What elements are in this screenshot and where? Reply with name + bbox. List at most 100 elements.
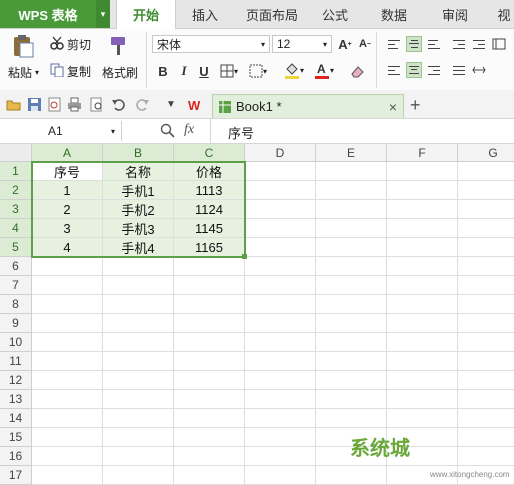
new-tab-button[interactable]: + (410, 95, 421, 116)
row-header-8[interactable]: 8 (0, 295, 32, 314)
cell-f14[interactable] (387, 409, 458, 428)
cell-c7[interactable] (174, 276, 245, 295)
cell-a9[interactable] (32, 314, 103, 333)
format-painter-icon[interactable] (106, 34, 130, 58)
cell-g7[interactable] (458, 276, 514, 295)
cell-g8[interactable] (458, 295, 514, 314)
save-icon[interactable] (27, 97, 42, 112)
cell-c10[interactable] (174, 333, 245, 352)
cell-c17[interactable] (174, 466, 245, 485)
cell-a4[interactable]: 3 (32, 219, 103, 238)
align-right-button[interactable] (426, 62, 442, 78)
row-header-11[interactable]: 11 (0, 352, 32, 371)
cell-f11[interactable] (387, 352, 458, 371)
cell-e12[interactable] (316, 371, 387, 390)
tab-insert[interactable]: 插入 (180, 0, 230, 28)
cell-g16[interactable] (458, 447, 514, 466)
cell-a3[interactable]: 2 (32, 200, 103, 219)
border-button[interactable]: ▾ (220, 63, 248, 79)
cell-a11[interactable] (32, 352, 103, 371)
cell-e3[interactable] (316, 200, 387, 219)
paste-button[interactable]: 粘贴 ▾ (8, 64, 39, 81)
cell-a16[interactable] (32, 447, 103, 466)
cell-d5[interactable] (245, 238, 316, 257)
cell-g14[interactable] (458, 409, 514, 428)
app-menu-button[interactable]: WPS 表格 (0, 0, 96, 28)
column-header-f[interactable]: F (387, 144, 458, 162)
cell-d11[interactable] (245, 352, 316, 371)
cell-g6[interactable] (458, 257, 514, 276)
cell-f7[interactable] (387, 276, 458, 295)
column-header-c[interactable]: C (174, 144, 245, 162)
cell-b6[interactable] (103, 257, 174, 276)
cell-f12[interactable] (387, 371, 458, 390)
align-top-button[interactable] (386, 36, 402, 52)
cell-f13[interactable] (387, 390, 458, 409)
row-header-4[interactable]: 4 (0, 219, 32, 238)
cell-e2[interactable] (316, 181, 387, 200)
cell-f4[interactable] (387, 219, 458, 238)
tab-view[interactable]: 视 (494, 0, 514, 28)
increase-indent-button[interactable] (471, 36, 487, 52)
cell-b14[interactable] (103, 409, 174, 428)
tab-data[interactable]: 数据 (368, 0, 420, 28)
column-header-d[interactable]: D (245, 144, 316, 162)
print-preview-icon[interactable] (89, 97, 104, 112)
cell-a12[interactable] (32, 371, 103, 390)
row-header-15[interactable]: 15 (0, 428, 32, 447)
shrink-font-button[interactable]: A − (356, 35, 374, 53)
cell-b7[interactable] (103, 276, 174, 295)
fill-color-button[interactable]: ▾ (284, 61, 314, 79)
cell-e4[interactable] (316, 219, 387, 238)
cell-d6[interactable] (245, 257, 316, 276)
column-header-e[interactable]: E (316, 144, 387, 162)
cell-e13[interactable] (316, 390, 387, 409)
cell-e10[interactable] (316, 333, 387, 352)
cell-d13[interactable] (245, 390, 316, 409)
row-header-6[interactable]: 6 (0, 257, 32, 276)
cell-b2[interactable]: 手机1 (103, 181, 174, 200)
column-header-b[interactable]: B (103, 144, 174, 162)
cell-g11[interactable] (458, 352, 514, 371)
cell-f3[interactable] (387, 200, 458, 219)
cell-c16[interactable] (174, 447, 245, 466)
cell-b1[interactable]: 名称 (103, 162, 174, 181)
cell-c9[interactable] (174, 314, 245, 333)
cell-e9[interactable] (316, 314, 387, 333)
cell-f6[interactable] (387, 257, 458, 276)
cell-b9[interactable] (103, 314, 174, 333)
merge-button[interactable]: ▾ (249, 63, 277, 79)
zoom-icon[interactable] (160, 123, 176, 139)
cell-d9[interactable] (245, 314, 316, 333)
cell-c12[interactable] (174, 371, 245, 390)
cell-d3[interactable] (245, 200, 316, 219)
name-box[interactable]: A1 ▾ (0, 121, 122, 141)
cell-b11[interactable] (103, 352, 174, 371)
customize-toolbar-icon[interactable]: ▼ (166, 99, 176, 110)
copy-button[interactable]: 复制 (50, 63, 91, 80)
tab-page-layout[interactable]: 页面布局 (238, 0, 306, 28)
cell-a15[interactable] (32, 428, 103, 447)
cell-e11[interactable] (316, 352, 387, 371)
cell-a5[interactable]: 4 (32, 238, 103, 257)
cell-e5[interactable] (316, 238, 387, 257)
row-header-5[interactable]: 5 (0, 238, 32, 257)
decrease-indent-button[interactable] (451, 36, 467, 52)
cell-c11[interactable] (174, 352, 245, 371)
insert-function-button[interactable]: fx (184, 122, 194, 138)
row-header-14[interactable]: 14 (0, 409, 32, 428)
open-folder-icon[interactable] (6, 97, 21, 112)
cell-d14[interactable] (245, 409, 316, 428)
cell-b16[interactable] (103, 447, 174, 466)
cell-g9[interactable] (458, 314, 514, 333)
cell-b10[interactable] (103, 333, 174, 352)
formula-input[interactable]: 序号 (228, 123, 254, 142)
cell-d2[interactable] (245, 181, 316, 200)
row-header-3[interactable]: 3 (0, 200, 32, 219)
cell-e6[interactable] (316, 257, 387, 276)
cell-d4[interactable] (245, 219, 316, 238)
italic-button[interactable]: I (175, 62, 193, 80)
cell-f5[interactable] (387, 238, 458, 257)
fill-handle[interactable] (242, 254, 247, 259)
cell-a2[interactable]: 1 (32, 181, 103, 200)
